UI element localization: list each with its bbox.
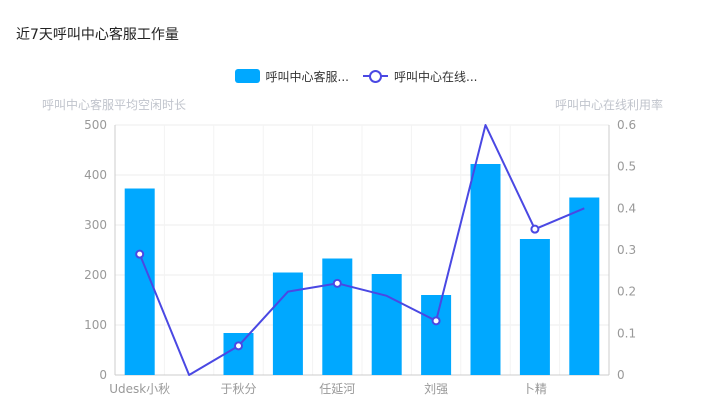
line-point	[135, 249, 145, 259]
right-tick-label: 0.6	[617, 118, 636, 132]
x-tick-label: 于秋分	[220, 382, 256, 396]
left-tick-label: 300	[84, 218, 107, 232]
left-tick-label: 400	[84, 168, 107, 182]
bar	[322, 258, 353, 375]
x-tick-label: 卜精	[523, 382, 547, 396]
right-tick-label: 0.2	[617, 285, 636, 299]
bar	[272, 272, 303, 375]
right-tick-label: 0.5	[617, 160, 636, 174]
right-tick-label: 0.3	[617, 243, 636, 257]
left-tick-label: 100	[84, 318, 107, 332]
left-tick-label: 0	[99, 368, 107, 382]
right-tick-label: 0.4	[617, 201, 636, 215]
bar	[223, 333, 254, 375]
right-tick-label: 0	[617, 368, 625, 382]
chart-card: 近7天呼叫中心客服工作量 呼叫中心客服... 呼叫中心在线... 呼叫中心客服平…	[0, 0, 712, 418]
line-point	[332, 278, 342, 288]
line-point	[234, 341, 243, 351]
bar	[470, 164, 501, 375]
right-tick-label: 0.1	[617, 326, 636, 340]
x-tick-label: Udesk小秋	[109, 382, 170, 396]
bar	[371, 274, 402, 375]
left-tick-label: 200	[84, 268, 107, 282]
bar	[421, 295, 452, 375]
line-point	[431, 316, 441, 326]
combo-chart: 0 100 200 300 400 500 0 0.1 0.2 0.3 0.4 0.5 0.6 Udesk…	[84, 118, 636, 396]
bar	[519, 239, 550, 375]
x-tick-label: 刘强	[424, 382, 448, 396]
left-tick-label: 500	[84, 118, 107, 132]
bar	[569, 197, 600, 375]
line-point	[530, 224, 540, 234]
x-tick-label: 任延河	[319, 382, 355, 396]
